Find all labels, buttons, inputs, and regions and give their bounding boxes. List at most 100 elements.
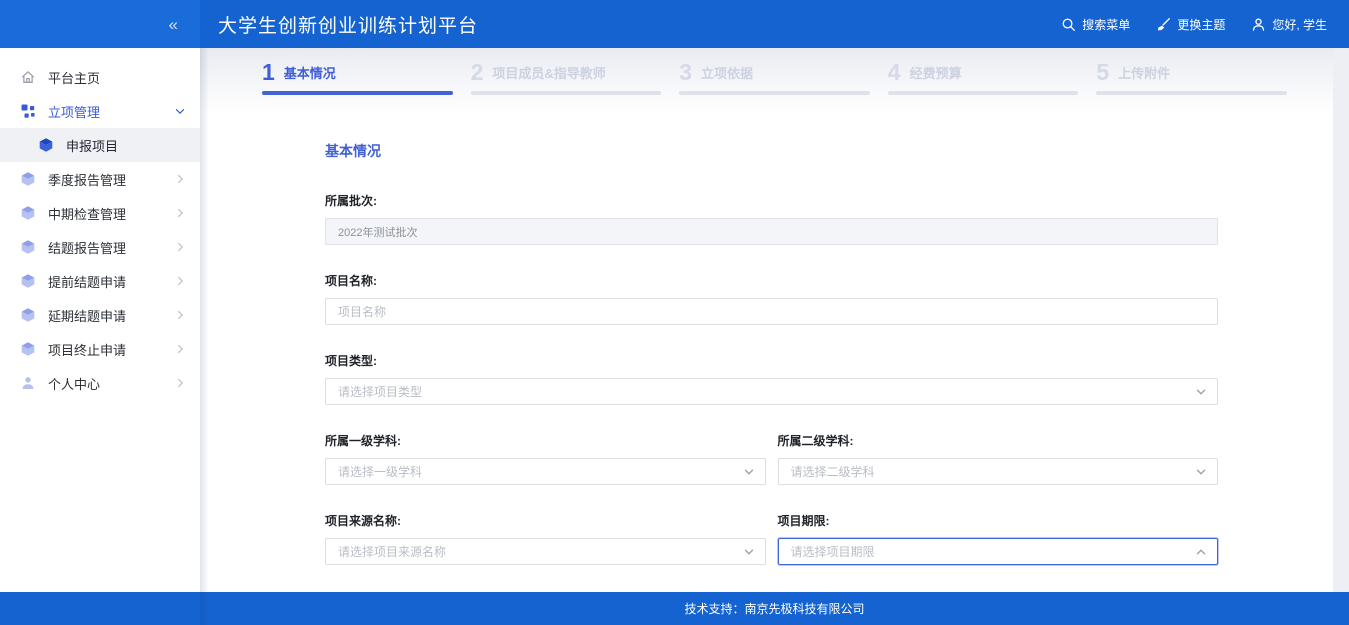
field-project-type: 项目类型: 请选择项目类型 [325,352,1218,405]
sidebar-item-declare-project[interactable]: 申报项目 [0,128,200,162]
cube-icon [20,205,36,221]
vertical-scrollbar[interactable] [1333,48,1349,592]
cube-icon [20,273,36,289]
section-title: 基本情况 [325,141,1218,161]
step-progress-bar [1096,91,1287,95]
cube-icon [20,239,36,255]
person-icon [20,375,36,391]
sidebar-item-label: 结题报告管理 [48,238,126,257]
form-stepper: 1 基本情况 2 项目成员&指导教师 3 立项依据 [200,48,1349,114]
theme-brush-icon [1156,17,1171,32]
primary-discipline-placeholder: 请选择一级学科 [326,463,422,480]
project-name-label: 项目名称: [325,272,1218,289]
sidebar-item-label: 季度报告管理 [48,170,126,189]
step-label: 基本情况 [284,63,336,82]
step-number: 1 [262,61,275,84]
change-theme-button[interactable]: 更换主题 [1156,16,1225,33]
field-batch: 所属批次: 2022年测试批次 [325,192,1218,245]
batch-input: 2022年测试批次 [325,218,1218,245]
user-icon [1251,17,1266,32]
chevron-right-icon [173,172,187,186]
sidebar-item-final-report[interactable]: 结题报告管理 [0,230,200,264]
field-primary-discipline: 所属一级学科: 请选择一级学科 [325,432,766,485]
field-project-name: 项目名称: [325,272,1218,325]
secondary-discipline-label: 所属二级学科: [778,432,1219,449]
step-progress-bar [471,91,662,95]
step-label: 项目成员&指导教师 [492,63,605,82]
footer-bar: 技术支持：南京先极科技有限公司 [0,592,1349,625]
main-content: 1 基本情况 2 项目成员&指导教师 3 立项依据 [200,48,1349,592]
sidebar-item-project-management[interactable]: 立项管理 [0,94,200,128]
sidebar-item-label: 个人中心 [48,374,100,393]
step-number: 4 [888,61,901,84]
primary-discipline-label: 所属一级学科: [325,432,766,449]
project-name-input-wrap [325,298,1218,325]
search-icon [1061,17,1076,32]
field-secondary-discipline: 所属二级学科: 请选择二级学科 [778,432,1219,485]
project-type-label: 项目类型: [325,352,1218,369]
sidebar-item-project-termination[interactable]: 项目终止申请 [0,332,200,366]
sidebar-item-label: 立项管理 [48,102,100,121]
sidebar-collapse-icon[interactable]: « [169,16,178,33]
project-source-label: 项目来源名称: [325,512,766,529]
field-project-duration: 项目期限: 请选择项目期限 [778,512,1219,565]
project-type-select[interactable]: 请选择项目类型 [325,378,1218,405]
step-project-basis[interactable]: 3 立项依据 [679,61,870,114]
sidebar-item-label: 提前结题申请 [48,272,126,291]
step-upload-attachments[interactable]: 5 上传附件 [1096,61,1287,114]
footer-support-text: 技术支持：南京先极科技有限公司 [0,600,1349,617]
search-menu-label: 搜索菜单 [1082,16,1130,33]
sidebar-item-label: 延期结题申请 [48,306,126,325]
chevron-right-icon [173,206,187,220]
field-project-source: 项目来源名称: 请选择项目来源名称 [325,512,766,565]
chevron-down-icon [742,545,756,559]
chevron-right-icon [173,240,187,254]
chevron-right-icon [173,308,187,322]
chevron-right-icon [173,376,187,390]
primary-discipline-select[interactable]: 请选择一级学科 [325,458,766,485]
project-duration-select[interactable]: 请选择项目期限 [778,538,1219,565]
cube-icon [20,341,36,357]
cube-icon [38,137,54,153]
user-greeting[interactable]: 您好, 学生 [1251,16,1327,33]
chevron-right-icon [173,342,187,356]
sidebar-item-platform-home[interactable]: 平台主页 [0,60,200,94]
sidebar-item-midterm-check[interactable]: 中期检查管理 [0,196,200,230]
step-progress-bar [262,91,453,95]
step-number: 5 [1096,61,1109,84]
sidebar-item-quarterly-report[interactable]: 季度报告管理 [0,162,200,196]
sidebar-item-personal-center[interactable]: 个人中心 [0,366,200,400]
project-duration-placeholder: 请选择项目期限 [779,543,875,560]
chevron-down-icon [1194,465,1208,479]
cube-icon [20,171,36,187]
chevron-down-icon [742,465,756,479]
chevron-down-icon [173,104,187,118]
app-title: 大学生创新创业训练计划平台 [218,11,1061,38]
chevron-down-icon [1194,385,1208,399]
step-label: 上传附件 [1118,63,1170,82]
secondary-discipline-placeholder: 请选择二级学科 [779,463,875,480]
sidebar-item-label: 申报项目 [66,136,118,155]
secondary-discipline-select[interactable]: 请选择二级学科 [778,458,1219,485]
chevron-right-icon [173,274,187,288]
sidebar-item-delayed-conclusion[interactable]: 延期结题申请 [0,298,200,332]
project-source-select[interactable]: 请选择项目来源名称 [325,538,766,565]
batch-value: 2022年测试批次 [326,224,417,240]
step-label: 立项依据 [701,63,753,82]
search-menu-button[interactable]: 搜索菜单 [1061,16,1130,33]
step-progress-bar [888,91,1079,95]
step-budget[interactable]: 4 经费预算 [888,61,1079,114]
step-members-advisors[interactable]: 2 项目成员&指导教师 [471,61,662,114]
project-type-placeholder: 请选择项目类型 [326,383,422,400]
project-source-placeholder: 请选择项目来源名称 [326,543,446,560]
step-label: 经费预算 [910,63,962,82]
step-number: 2 [471,61,484,84]
step-basic-info[interactable]: 1 基本情况 [262,61,453,114]
change-theme-label: 更换主题 [1177,16,1225,33]
app-window: « 大学生创新创业训练计划平台 搜索菜单 更换主题 您好, 学生 [0,0,1349,625]
sidebar-item-early-conclusion[interactable]: 提前结题申请 [0,264,200,298]
project-name-input[interactable] [326,299,1217,324]
sidebar-item-label: 项目终止申请 [48,340,126,359]
project-duration-label: 项目期限: [778,512,1219,529]
header-actions: 搜索菜单 更换主题 您好, 学生 [1061,16,1349,33]
